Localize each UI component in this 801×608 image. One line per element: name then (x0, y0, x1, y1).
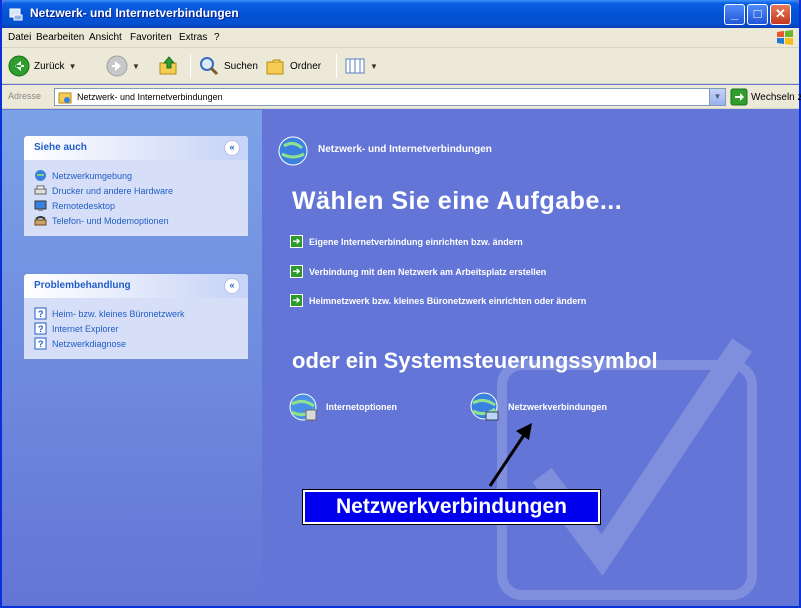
network-connections-icon (470, 392, 499, 421)
go-arrow-icon (730, 88, 748, 106)
menu-bar: Datei Bearbeiten Ansicht Favoriten Extra… (2, 28, 799, 48)
menu-datei[interactable]: Datei (8, 32, 31, 43)
back-label: Zurück (34, 60, 65, 72)
address-dropdown-icon[interactable]: ▼ (709, 89, 725, 105)
address-bar: Adresse Netzwerk- und Internetverbindung… (2, 85, 801, 109)
go-button[interactable]: Wechseln zu (730, 88, 801, 106)
window-title: Netzwerk- und Internetverbindungen (30, 6, 239, 20)
task-arrow-icon: ➔ (290, 235, 303, 248)
svg-text:?: ? (38, 309, 44, 319)
collapse-icon[interactable]: « (224, 140, 240, 156)
svg-text:?: ? (38, 339, 44, 349)
task-heading: Wählen Sie eine Aufgabe... (292, 187, 623, 215)
phone-modem-icon (34, 216, 47, 226)
menu-favoriten[interactable]: Favoriten (130, 32, 172, 43)
search-button[interactable]: Suchen (198, 54, 258, 78)
toolbar: Zurück ▼ ▼ Suchen Ordner ▼ (2, 48, 799, 84)
address-field[interactable]: Netzwerk- und Internetverbindungen ▼ (54, 88, 726, 106)
sidebar-item-network-neighborhood[interactable]: Netzwerkumgebung (34, 168, 238, 183)
views-icon (345, 58, 365, 74)
menu-help[interactable]: ? (214, 32, 220, 43)
svg-text:?: ? (38, 324, 44, 334)
task-connect-workplace-network[interactable]: ➔ Verbindung mit dem Netzwerk am Arbeits… (290, 265, 546, 278)
troubleshoot-header[interactable]: Problembehandlung « (24, 274, 248, 298)
task-arrow-icon: ➔ (290, 265, 303, 278)
network-connections-link[interactable]: Netzwerkverbindungen (468, 390, 607, 424)
menu-ansicht[interactable]: Ansicht (89, 32, 122, 43)
annotation-label: Netzwerkverbindungen (302, 489, 601, 525)
views-button[interactable]: ▼ (344, 54, 378, 78)
printer-icon (34, 185, 47, 195)
help-icon: ? (34, 322, 47, 335)
sidebar-item-network-diagnostics[interactable]: ? Netzwerkdiagnose (34, 336, 238, 351)
task-pane: Siehe auch « Netzwerkumgebung Drucker un… (2, 110, 262, 606)
troubleshoot-box: Problembehandlung « ? Heim- bzw. kleines… (24, 274, 248, 359)
folders-button[interactable]: Ordner (264, 54, 321, 78)
search-label: Suchen (224, 60, 258, 72)
troubleshoot-title: Problembehandlung (34, 280, 131, 291)
minimize-button[interactable]: _ (724, 4, 745, 25)
see-also-header[interactable]: Siehe auch « (24, 136, 248, 160)
sidebar-item-remote-desktop[interactable]: Remotedesktop (34, 198, 238, 213)
back-arrow-icon (8, 55, 30, 77)
network-category-icon (278, 136, 308, 166)
internet-options-icon (289, 393, 317, 421)
forward-dropdown-icon[interactable]: ▼ (132, 62, 140, 71)
search-icon (200, 57, 219, 76)
folders-label: Ordner (290, 60, 322, 72)
explorer-window: Netzwerk- und Internetverbindungen _ □ ✕… (0, 0, 801, 608)
up-folder-icon (159, 56, 177, 75)
close-button[interactable]: ✕ (770, 4, 791, 25)
category-title: Netzwerk- und Internetverbindungen (318, 144, 492, 155)
see-also-title: Siehe auch (34, 142, 87, 153)
help-icon: ? (34, 337, 47, 350)
windows-logo-icon (777, 30, 793, 45)
sidebar-item-home-network-help[interactable]: ? Heim- bzw. kleines Büronetzwerk (34, 306, 238, 321)
task-arrow-icon: ➔ (290, 294, 303, 307)
main-content: Netzwerk- und Internetverbindungen Wähle… (262, 110, 799, 606)
forward-arrow-icon (106, 55, 128, 77)
menu-extras[interactable]: Extras (179, 32, 207, 43)
window-icon (9, 8, 23, 21)
collapse-icon[interactable]: « (224, 278, 240, 294)
views-dropdown-icon[interactable]: ▼ (370, 62, 378, 71)
sidebar-item-internet-explorer-help[interactable]: ? Internet Explorer (34, 321, 238, 336)
maximize-button[interactable]: □ (747, 4, 768, 25)
forward-button[interactable]: ▼ (106, 54, 140, 78)
see-also-box: Siehe auch « Netzwerkumgebung Drucker un… (24, 136, 248, 236)
sidebar-item-phone-modem[interactable]: Telefon- und Modemoptionen (34, 213, 238, 228)
back-dropdown-icon[interactable]: ▼ (69, 62, 77, 71)
menu-bearbeiten[interactable]: Bearbeiten (36, 32, 84, 43)
task-setup-home-network[interactable]: ➔ Heimnetzwerk bzw. kleines Büronetzwerk… (290, 294, 586, 307)
back-button[interactable]: Zurück ▼ (8, 54, 76, 78)
sidebar-item-printers-hardware[interactable]: Drucker und andere Hardware (34, 183, 238, 198)
network-folder-icon (58, 92, 72, 104)
remote-desktop-icon (34, 200, 47, 211)
control-panel-heading: oder ein Systemsteuerungssymbol (292, 348, 658, 373)
address-label: Adresse (8, 91, 42, 101)
folders-icon (266, 59, 284, 75)
up-folder-button[interactable] (158, 54, 180, 78)
help-icon: ? (34, 307, 47, 320)
network-neighborhood-icon (35, 170, 46, 181)
go-label: Wechseln zu (751, 91, 801, 103)
task-setup-internet-connection[interactable]: ➔ Eigene Internetverbindung einrichten b… (290, 235, 523, 248)
title-bar[interactable]: Netzwerk- und Internetverbindungen _ □ ✕ (2, 0, 799, 28)
internet-options-link[interactable]: Internetoptionen (286, 390, 397, 424)
address-value: Netzwerk- und Internetverbindungen (77, 92, 223, 102)
